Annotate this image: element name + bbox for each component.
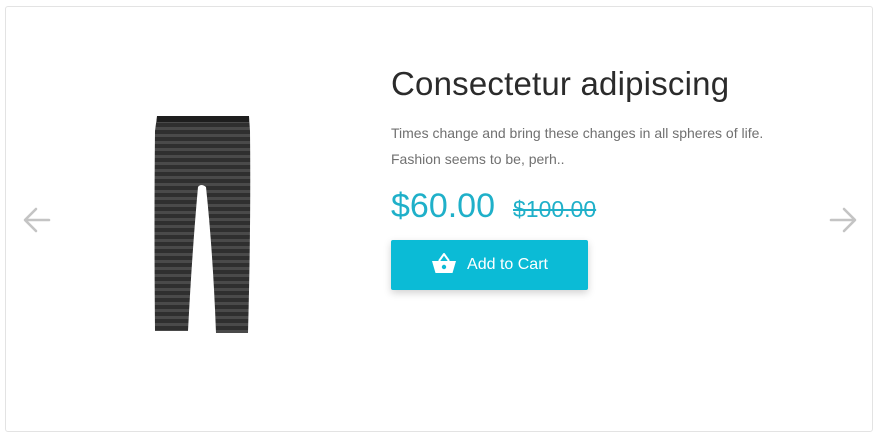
product-info: Consectetur adipiscing Times change and … bbox=[391, 60, 831, 226]
arrow-left-icon bbox=[23, 207, 51, 233]
next-arrow-button[interactable] bbox=[828, 205, 858, 235]
product-image[interactable] bbox=[150, 113, 254, 335]
current-price: $60.00 bbox=[391, 187, 495, 225]
basket-icon bbox=[432, 253, 457, 273]
arrow-right-icon bbox=[829, 207, 857, 233]
price-row: $60.00 $100.00 bbox=[391, 186, 831, 226]
product-title[interactable]: Consectetur adipiscing bbox=[391, 60, 831, 108]
add-to-cart-button[interactable]: Add to Cart bbox=[391, 240, 588, 290]
product-description: Times change and bring these changes in … bbox=[391, 125, 764, 167]
old-price: $100.00 bbox=[513, 196, 597, 222]
striped-leggings-image bbox=[154, 116, 251, 333]
previous-arrow-button[interactable] bbox=[22, 205, 52, 235]
add-to-cart-label: Add to Cart bbox=[467, 256, 548, 273]
